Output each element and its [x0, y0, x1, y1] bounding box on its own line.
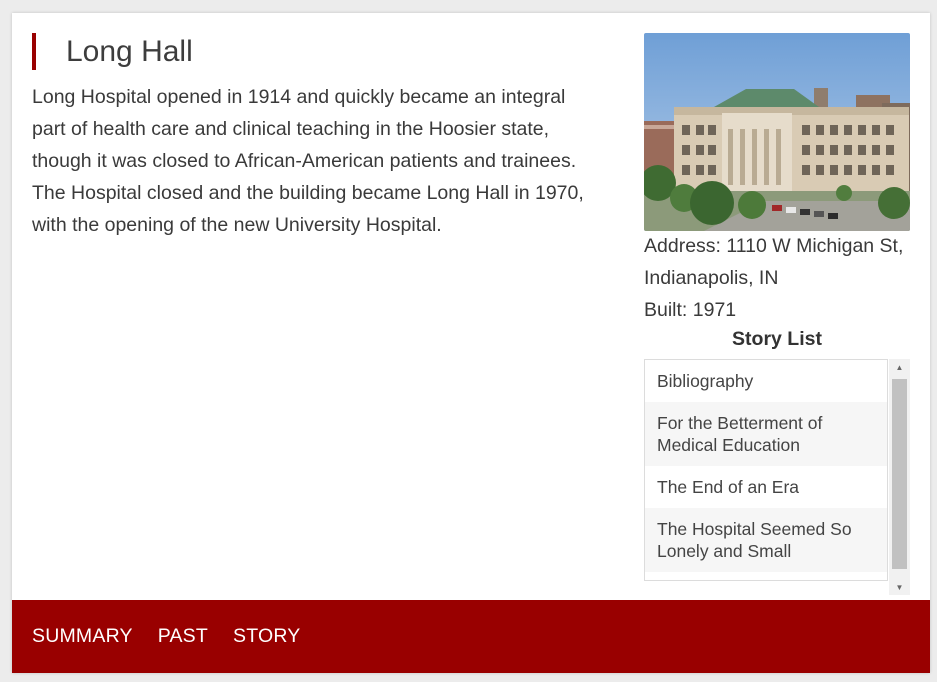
building-description: Long Hospital opened in 1914 and quickly…: [32, 86, 584, 236]
scroll-up-arrow-icon[interactable]: ▲: [889, 359, 910, 375]
story-list-item-end-of-era[interactable]: The End of an Era: [645, 466, 887, 508]
nav-past[interactable]: PAST: [158, 625, 208, 648]
scrollbar-thumb[interactable]: [892, 379, 907, 569]
nav-story[interactable]: STORY: [233, 625, 300, 648]
bottom-nav-bar: SUMMARY PAST STORY: [12, 600, 930, 673]
building-info: Address: 1110 W Michigan St, Indianapoli…: [644, 230, 910, 326]
page-title: Long Hall: [66, 35, 193, 68]
built-year-text: Built: 1971: [644, 299, 737, 321]
story-list-item-lonely-small[interactable]: The Hospital Seemed So Lonely and Small: [645, 508, 887, 572]
nav-summary[interactable]: SUMMARY: [32, 625, 133, 648]
building-card: Long Hall Long Hospital opened in 1914 a…: [12, 13, 930, 673]
story-list-heading: Story List: [732, 328, 822, 350]
story-list-item-bibliography[interactable]: Bibliography: [645, 360, 887, 402]
story-list-scrollbar[interactable]: ▲ ▼: [889, 359, 910, 595]
address-text: Address: 1110 W Michigan St, Indianapoli…: [644, 235, 904, 289]
story-list-item-betterment[interactable]: For the Betterment of Medical Education: [645, 402, 887, 466]
title-block: Long Hall: [32, 33, 193, 70]
building-photo: [644, 33, 910, 231]
scroll-down-arrow-icon[interactable]: ▼: [889, 579, 910, 595]
story-list: Bibliography For the Betterment of Medic…: [644, 359, 888, 581]
